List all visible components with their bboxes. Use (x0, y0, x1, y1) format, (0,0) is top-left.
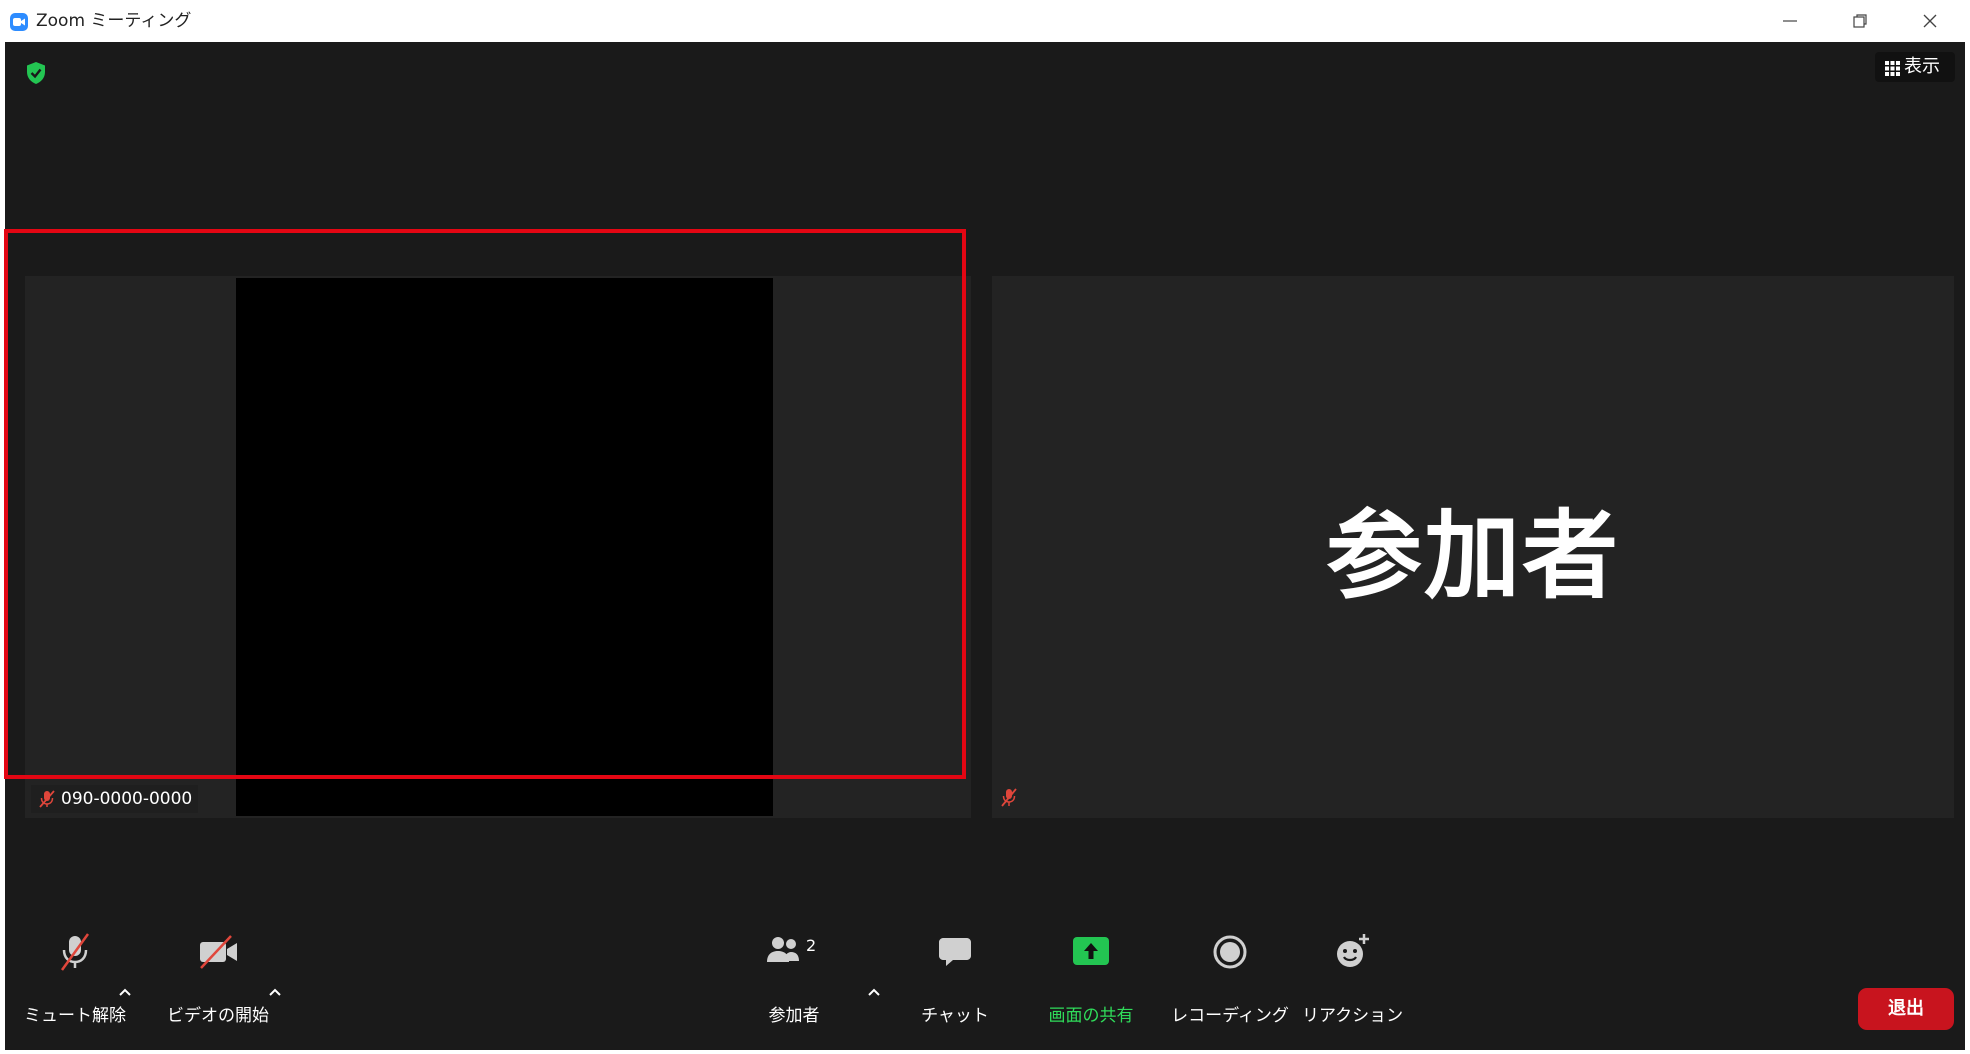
share-up-arrow-icon (1073, 937, 1109, 965)
restore-icon (1853, 14, 1867, 28)
muted-microphone-icon (39, 790, 55, 808)
close-icon (1923, 14, 1937, 28)
participant-display-name: 参加者 (1326, 499, 1620, 612)
minimize-icon (1783, 20, 1797, 22)
restore-button[interactable] (1840, 8, 1880, 34)
unmute-label: ミュート解除 (24, 1006, 126, 1026)
video-tile-participant[interactable]: 参加者 (992, 276, 1954, 818)
minimize-button[interactable] (1770, 8, 1810, 34)
highlight-box (4, 229, 966, 779)
participants-label: 参加者 (768, 1006, 820, 1026)
view-button[interactable]: 表示 (1875, 52, 1955, 82)
video-off-icon (200, 935, 237, 969)
zoom-logo-icon (10, 13, 28, 31)
participants-count: 2 (806, 936, 816, 955)
participant-name: 090-0000-0000 (61, 789, 193, 809)
muted-microphone-icon (1001, 788, 1017, 807)
recording-label: レコーディング (1171, 1006, 1289, 1026)
speech-bubble-icon (939, 938, 971, 966)
muted-microphone-icon (60, 933, 90, 971)
window-title-bar: Zoom ミーティング (0, 0, 1970, 42)
participant-name-label: 090-0000-0000 (31, 785, 199, 813)
smiley-plus-icon (1337, 934, 1369, 967)
chat-label: チャット (921, 1006, 989, 1026)
view-label: 表示 (1904, 56, 1940, 77)
chevron-up-icon[interactable] (116, 985, 134, 999)
window-title: Zoom ミーティング (36, 11, 192, 31)
share-screen-label: 画面の共有 (1048, 1006, 1134, 1026)
close-button[interactable] (1910, 8, 1950, 34)
chevron-up-icon[interactable] (865, 985, 883, 999)
reaction-label: リアクション (1302, 1006, 1404, 1026)
chevron-up-icon[interactable] (266, 985, 284, 999)
people-icon: 2 (767, 936, 816, 962)
grid-icon (1885, 61, 1900, 76)
shield-check-icon[interactable] (25, 61, 47, 85)
start-video-label: ビデオの開始 (167, 1006, 269, 1026)
leave-button[interactable]: 退出 (1858, 988, 1954, 1030)
record-circle-icon (1213, 935, 1247, 969)
